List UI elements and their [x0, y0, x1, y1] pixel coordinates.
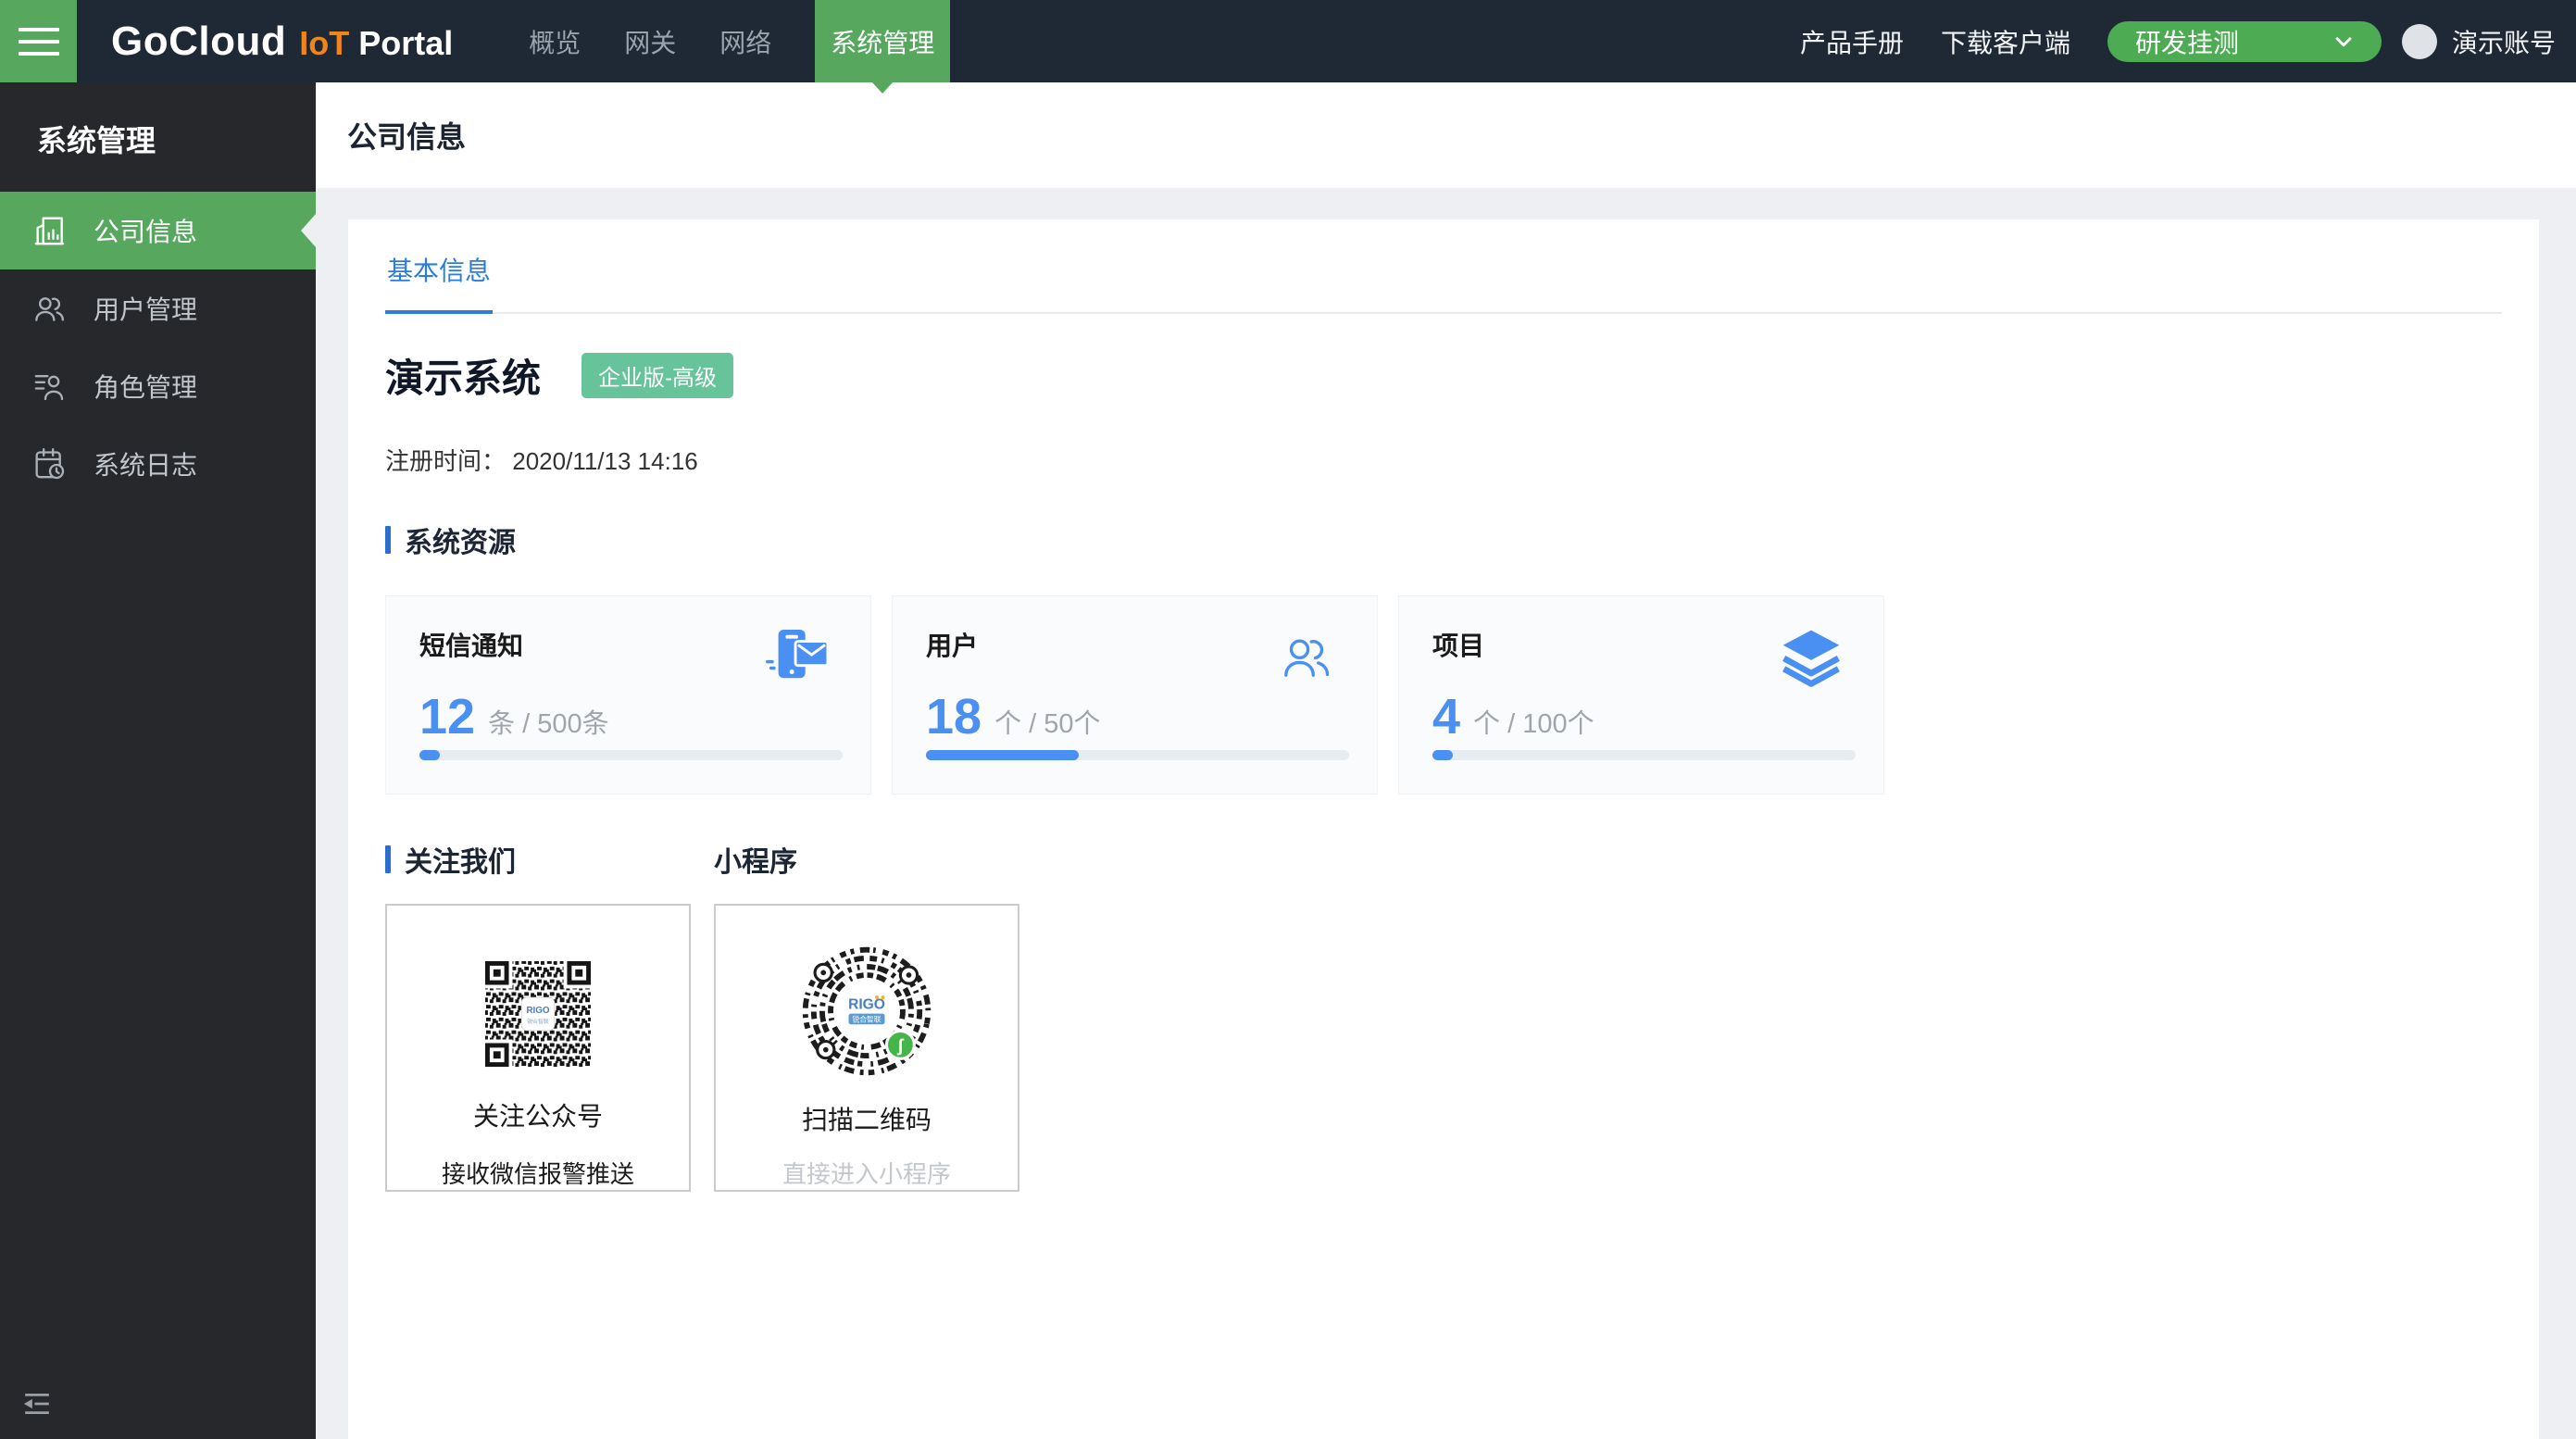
log-icon: [31, 445, 68, 482]
register-time-value: 2020/11/13 14:16: [512, 447, 697, 475]
chevron-down-icon: [2330, 28, 2357, 56]
download-client-link[interactable]: 下载客户端: [1941, 23, 2070, 60]
miniprogram-card: RIGO 锐合智联 ʃ 扫描二维码 直: [714, 904, 1019, 1192]
nav-item-gateway[interactable]: 网关: [624, 0, 676, 82]
environment-select-value: 研发挂测: [2135, 23, 2330, 60]
register-time-label: 注册时间：: [385, 447, 506, 475]
qr-caption: 扫描二维码: [802, 1100, 932, 1137]
sidebar-item-company-info[interactable]: 公司信息: [0, 192, 316, 269]
sidebar: 系统管理 公司信息 用户: [0, 82, 316, 1439]
qr-logo-subtext: 锐合智联: [852, 1015, 881, 1024]
page-title: 公司信息: [347, 114, 466, 156]
logo-gocloud: GoCloud: [111, 19, 286, 65]
environment-select[interactable]: 研发挂测: [2107, 21, 2382, 62]
active-tab-caret: [872, 82, 893, 94]
miniprogram-icon: ʃ: [886, 1031, 914, 1058]
logo-portal: Portal: [358, 24, 453, 63]
resource-progress-fill: [926, 750, 1079, 760]
sidebar-item-label: 公司信息: [94, 212, 197, 249]
hamburger-menu-button[interactable]: [0, 0, 77, 82]
sidebar-title: 系统管理: [0, 82, 316, 192]
resource-card-users: 用户 18 个 / 50个: [892, 595, 1378, 795]
resource-progress-bar: [926, 750, 1349, 760]
layers-icon: [1778, 628, 1844, 692]
company-info-card: 基本信息 演示系统 企业版-高级 注册时间： 2020/11/13 14:16 …: [348, 219, 2539, 1439]
users-icon: [31, 290, 68, 327]
qr-section-row: 关注我们: [385, 839, 2502, 1192]
users-icon: [1273, 628, 1338, 690]
nav-item-network[interactable]: 网络: [719, 0, 771, 82]
sidebar-collapse-button[interactable]: [20, 1389, 54, 1419]
resource-cards-row: 短信通知: [385, 595, 2502, 795]
section-title: 小程序: [714, 839, 797, 880]
resource-card-sms: 短信通知: [385, 595, 871, 795]
resource-progress-fill: [1432, 750, 1453, 760]
qr-logo-text: RIGO: [526, 1006, 549, 1016]
navbar-right-area: 产品手册 下载客户端 研发挂测 演示账号: [1800, 21, 2556, 62]
logo-iot: IoT: [299, 24, 349, 63]
app-window: GoCloud IoT Portal 概览 网关 网络 系统管理 产品手册 下载…: [0, 0, 2576, 1439]
avatar[interactable]: [2402, 24, 2437, 59]
plan-badge: 企业版-高级: [581, 353, 733, 398]
resource-value: 18 个 / 50个: [926, 694, 1101, 740]
section-accent-bar: [385, 845, 391, 873]
sidebar-item-user-management[interactable]: 用户管理: [0, 269, 316, 347]
official-account-qr-code: RIGO 锐合智联: [469, 959, 606, 1069]
app-logo: GoCloud IoT Portal: [111, 19, 453, 65]
miniprogram-qr-code: RIGO 锐合智联 ʃ: [784, 939, 949, 1083]
page-header: 公司信息: [316, 82, 2576, 188]
resource-number: 18: [926, 694, 982, 740]
qr-caption: 关注公众号: [473, 1096, 603, 1133]
qr-logo-subtext: 锐合智联: [527, 1018, 549, 1025]
main-area: 公司信息 基本信息 演示系统 企业版-高级 注册时间： 2020/11/13 1…: [316, 82, 2576, 1439]
resource-unit: 条 / 500条: [488, 711, 609, 740]
miniprogram-column: 小程序: [714, 839, 1019, 1192]
company-name: 演示系统: [385, 347, 541, 404]
role-icon: [31, 368, 68, 405]
sidebar-item-label: 角色管理: [94, 368, 197, 405]
resource-value: 12 条 / 500条: [419, 694, 609, 740]
register-time-row: 注册时间： 2020/11/13 14:16: [385, 443, 2502, 477]
tab-bar: 基本信息: [385, 219, 2502, 314]
building-icon: [31, 212, 68, 249]
sidebar-item-label: 系统日志: [94, 445, 197, 482]
sidebar-item-role-management[interactable]: 角色管理: [0, 347, 316, 425]
qr-subcaption: 直接进入小程序: [782, 1156, 951, 1190]
resource-number: 4: [1432, 694, 1460, 740]
account-name[interactable]: 演示账号: [2452, 23, 2556, 60]
follow-us-column: 关注我们: [385, 839, 691, 1192]
resource-unit: 个 / 50个: [994, 711, 1100, 740]
active-item-arrow: [301, 214, 316, 247]
resource-progress-bar: [419, 750, 843, 760]
tab-basic-info[interactable]: 基本信息: [385, 219, 493, 314]
resource-progress-bar: [1432, 750, 1856, 760]
official-account-card: RIGO 锐合智联 关注公众号 接收微信报警推送: [385, 904, 691, 1192]
miniprogram-header: 小程序: [714, 839, 1019, 880]
section-accent-bar: [385, 526, 391, 554]
product-manual-link[interactable]: 产品手册: [1800, 23, 1904, 60]
resource-progress-fill: [419, 750, 440, 760]
company-row: 演示系统 企业版-高级: [385, 347, 2502, 404]
sidebar-item-system-log[interactable]: 系统日志: [0, 425, 316, 503]
system-resources-header: 系统资源: [385, 519, 2502, 560]
nav-item-overview[interactable]: 概览: [529, 0, 581, 82]
sms-phone-icon: [761, 628, 832, 692]
nav-item-label: 系统管理: [831, 23, 934, 60]
content-area: 基本信息 演示系统 企业版-高级 注册时间： 2020/11/13 14:16 …: [316, 188, 2576, 1439]
qr-subcaption: 接收微信报警推送: [442, 1156, 634, 1190]
resource-unit: 个 / 100个: [1473, 711, 1594, 740]
top-navigation: 概览 网关 网络 系统管理: [529, 0, 950, 82]
qr-logo-text: RIGO: [848, 996, 885, 1012]
resource-number: 12: [419, 694, 475, 740]
nav-item-system-management[interactable]: 系统管理: [815, 0, 950, 82]
sidebar-item-label: 用户管理: [94, 290, 197, 327]
follow-us-header: 关注我们: [385, 839, 691, 880]
resource-card-projects: 项目 4 个 / 100个: [1398, 595, 1884, 795]
section-title: 关注我们: [405, 839, 516, 880]
top-navbar: GoCloud IoT Portal 概览 网关 网络 系统管理 产品手册 下载…: [0, 0, 2576, 82]
resource-value: 4 个 / 100个: [1432, 694, 1594, 740]
section-title: 系统资源: [405, 519, 516, 560]
